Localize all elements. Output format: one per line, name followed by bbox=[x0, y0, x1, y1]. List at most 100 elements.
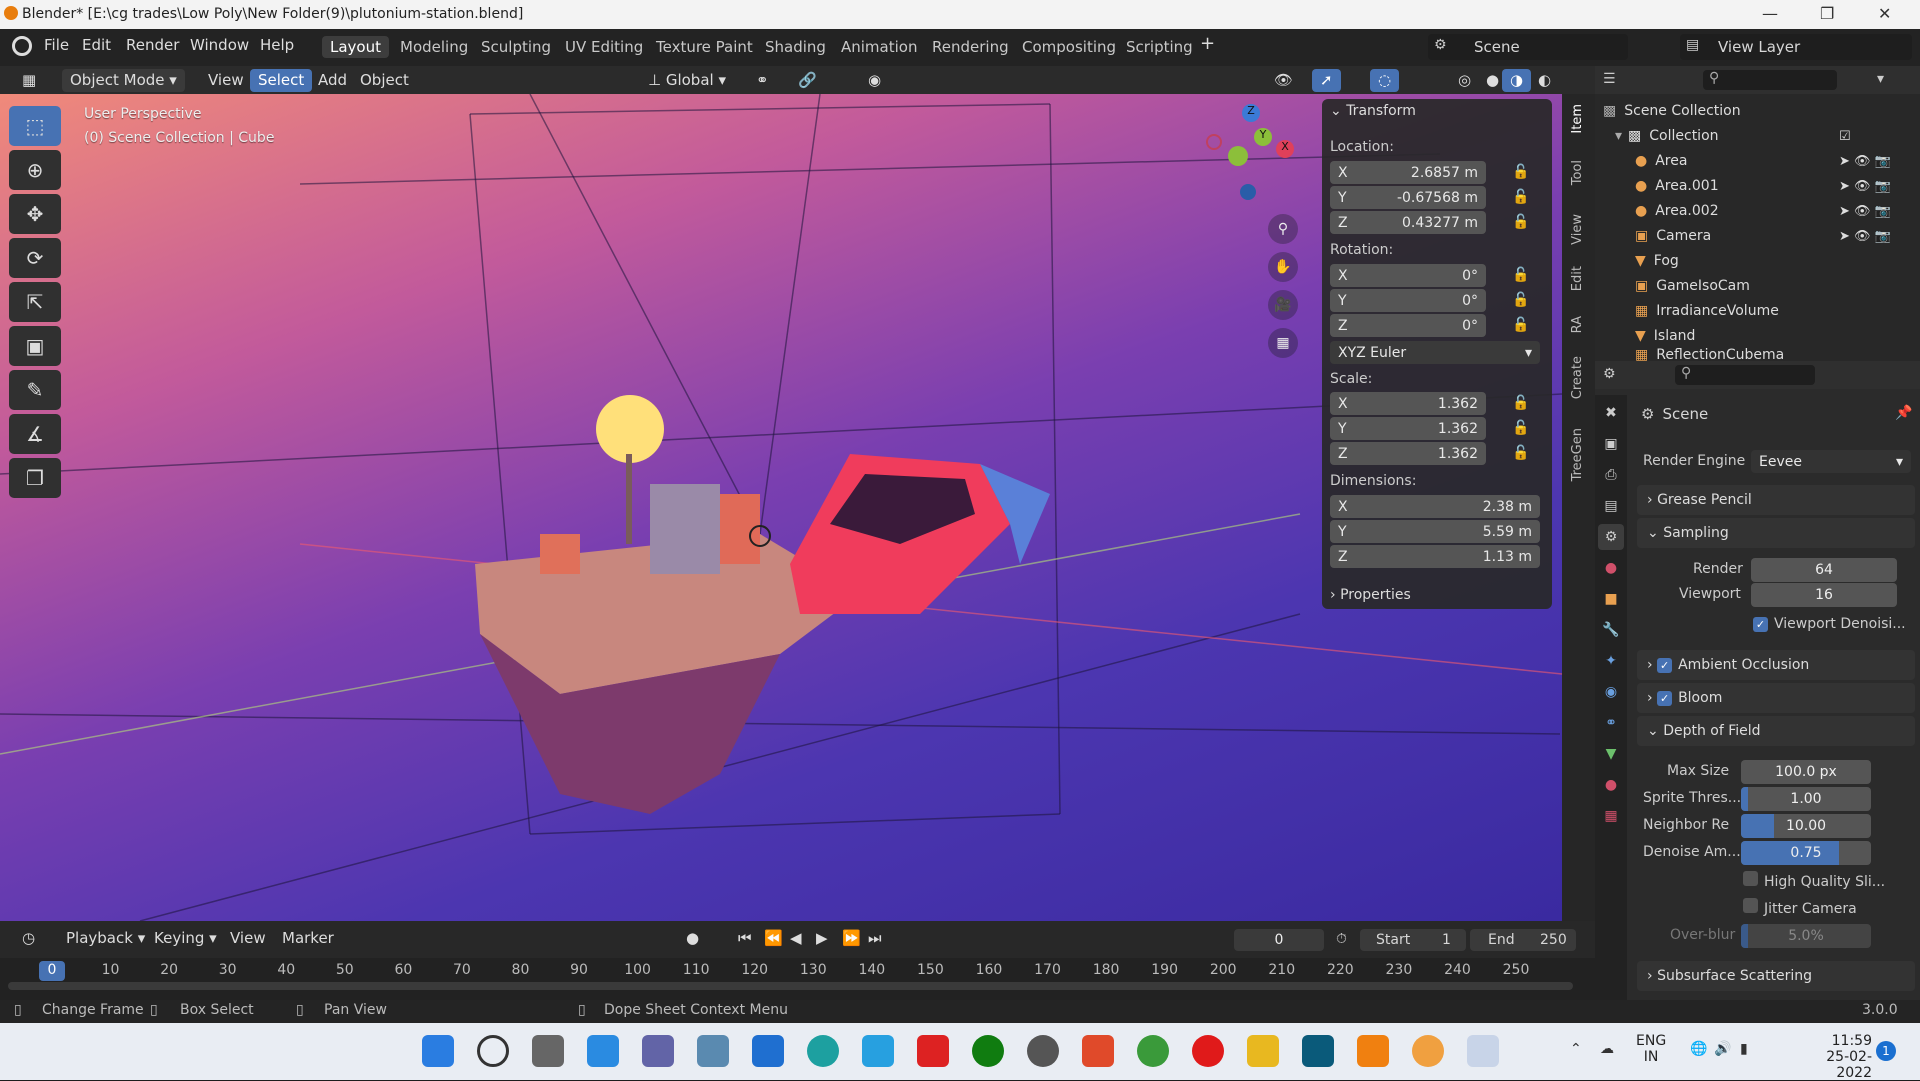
menu-window[interactable]: Window bbox=[190, 36, 249, 54]
start-frame-field[interactable]: Start 1 bbox=[1360, 929, 1466, 951]
object-tab-icon[interactable]: ■ bbox=[1598, 586, 1624, 612]
workspace-tab-scripting[interactable]: Scripting bbox=[1118, 36, 1201, 58]
lock-icon[interactable]: 🔓 bbox=[1512, 292, 1529, 308]
current-frame-field[interactable]: 0 bbox=[1234, 929, 1324, 951]
denoise-amount-slider[interactable]: 0.75 bbox=[1741, 841, 1871, 865]
gizmo-neg-y-icon[interactable] bbox=[1228, 146, 1248, 166]
constraints-tab-icon[interactable]: ⚭ bbox=[1598, 710, 1624, 736]
widgets-icon[interactable] bbox=[587, 1035, 619, 1067]
onedrive-icon[interactable]: ☁ bbox=[1600, 1041, 1614, 1057]
office-icon[interactable] bbox=[1082, 1035, 1114, 1067]
rotation-y-field[interactable]: Y 0° bbox=[1330, 289, 1486, 312]
outliner-scene-collection[interactable]: ▩ Scene Collection bbox=[1603, 98, 1913, 123]
lock-icon[interactable]: 🔓 bbox=[1512, 267, 1529, 283]
workspace-tab-texture-paint[interactable]: Texture Paint bbox=[648, 36, 761, 58]
gizmo-toggle-icon[interactable]: ➚ bbox=[1312, 69, 1341, 92]
gizmo-y-icon[interactable]: Y bbox=[1254, 128, 1272, 146]
dimensions-x-field[interactable]: X 2.38 m bbox=[1330, 495, 1540, 518]
search-icon[interactable] bbox=[477, 1035, 509, 1067]
play-reverse-icon[interactable]: ◀ bbox=[782, 927, 810, 950]
menu-help[interactable]: Help bbox=[260, 36, 294, 54]
material-tab-icon[interactable]: ● bbox=[1598, 772, 1624, 798]
sampling-panel[interactable]: ⌄ Sampling bbox=[1637, 518, 1915, 548]
filter-icon[interactable]: ▾ bbox=[1877, 71, 1884, 87]
lock-icon[interactable]: 🔓 bbox=[1512, 317, 1529, 333]
workspace-tab-modeling[interactable]: Modeling bbox=[392, 36, 476, 58]
particles-tab-icon[interactable]: ✦ bbox=[1598, 648, 1624, 674]
lock-icon[interactable]: 🔓 bbox=[1512, 189, 1529, 205]
render-engine-dropdown[interactable]: Eevee ▾ bbox=[1751, 450, 1911, 473]
lock-icon[interactable]: 🔓 bbox=[1512, 395, 1529, 411]
timeline-marker-menu[interactable]: Marker bbox=[274, 927, 342, 950]
render-tab-icon[interactable]: ▣ bbox=[1598, 431, 1624, 457]
depth-of-field-panel[interactable]: ⌄ Depth of Field bbox=[1637, 716, 1915, 746]
timeline-keying-menu[interactable]: Keying ▾ bbox=[146, 927, 225, 950]
zoom-icon[interactable]: ⚲ bbox=[1268, 214, 1298, 244]
blender-window-icon[interactable] bbox=[1467, 1035, 1499, 1067]
rotation-x-field[interactable]: X 0° bbox=[1330, 264, 1486, 287]
viewport-denoise-checkbox[interactable]: ✓ Viewport Denoisi... bbox=[1753, 616, 1906, 632]
outliner-search-input[interactable]: ⚲ bbox=[1703, 70, 1837, 90]
timeline-ruler[interactable]: 0 10 20 30 40 50 60 70 80 90 100 110 120 130 140 150 160… bbox=[0, 958, 1595, 1000]
texture-tab-icon[interactable]: ▦ bbox=[1598, 803, 1624, 829]
camera-view-icon[interactable]: 🎥 bbox=[1268, 290, 1298, 320]
tab-edit[interactable]: Edit bbox=[1570, 266, 1585, 291]
outliner-visibility-icons[interactable]: ☑ ➤ 👁 📷 ➤ 👁 📷 ➤ 👁 📷 ➤ 👁 📷 bbox=[1839, 124, 1891, 249]
outliner-item[interactable]: ▦ IrradianceVolume bbox=[1603, 298, 1913, 323]
view-layer-selector[interactable]: ▤ View Layer bbox=[1680, 34, 1912, 60]
file-explorer-icon[interactable] bbox=[1247, 1035, 1279, 1067]
outliner-item[interactable]: ▼ Island bbox=[1603, 323, 1913, 348]
outliner-item[interactable]: ▼ Fog bbox=[1603, 248, 1913, 273]
workspace-tab-animation[interactable]: Animation bbox=[833, 36, 925, 58]
transform-header[interactable]: ⌄ Transform bbox=[1330, 103, 1416, 119]
vlc-icon[interactable] bbox=[1357, 1035, 1389, 1067]
annotate-tool-icon[interactable]: ✎ bbox=[9, 370, 61, 410]
rotation-mode-dropdown[interactable]: XYZ Euler ▾ bbox=[1330, 341, 1540, 364]
data-tab-icon[interactable]: ▼ bbox=[1598, 741, 1624, 767]
mode-dropdown[interactable]: Object Mode ▾ bbox=[62, 69, 185, 92]
dimensions-y-field[interactable]: Y 5.59 m bbox=[1330, 520, 1540, 543]
cursor-tool-icon[interactable]: ⊕ bbox=[9, 150, 61, 190]
outliner-item[interactable]: ▦ ReflectionCubema bbox=[1603, 348, 1913, 362]
pivot-icon[interactable]: ⚭ bbox=[748, 69, 777, 92]
location-x-field[interactable]: X 2.6857 m bbox=[1330, 161, 1486, 184]
menu-edit[interactable]: Edit bbox=[82, 36, 111, 54]
teams-chat-icon[interactable] bbox=[642, 1035, 674, 1067]
max-size-field[interactable]: 100.0 px bbox=[1741, 760, 1871, 784]
proportional-edit-icon[interactable]: ◉ bbox=[860, 69, 889, 92]
workspace-tab-compositing[interactable]: Compositing bbox=[1014, 36, 1124, 58]
end-frame-field[interactable]: End 250 bbox=[1470, 929, 1576, 951]
blender-app-icon[interactable] bbox=[1412, 1035, 1444, 1067]
menu-object[interactable]: Object bbox=[352, 69, 417, 92]
menu-select[interactable]: Select bbox=[250, 69, 313, 92]
shading-wireframe-icon[interactable]: ◎ bbox=[1450, 69, 1479, 92]
add-cube-tool-icon[interactable]: ❐ bbox=[9, 458, 61, 498]
tab-view[interactable]: View bbox=[1570, 214, 1585, 245]
notification-badge[interactable]: 1 bbox=[1876, 1041, 1896, 1061]
settings-icon[interactable] bbox=[1027, 1035, 1059, 1067]
tab-ra[interactable]: RA bbox=[1570, 316, 1585, 333]
tab-create[interactable]: Create bbox=[1570, 356, 1585, 399]
network-icon[interactable]: 🌐 bbox=[1690, 1041, 1707, 1057]
gizmo-neg-x-icon[interactable] bbox=[1206, 134, 1222, 150]
workspace-tab-shading[interactable]: Shading bbox=[757, 36, 834, 58]
jitter-camera-checkbox[interactable]: Jitter Camera bbox=[1743, 898, 1857, 917]
scale-z-field[interactable]: Z 1.362 bbox=[1330, 442, 1486, 465]
outliner-item[interactable]: ▣ GameIsoCam bbox=[1603, 273, 1913, 298]
gizmo-neg-z-icon[interactable] bbox=[1240, 184, 1256, 200]
tool-tab-icon[interactable]: ✖ bbox=[1598, 400, 1624, 426]
gizmo-z-icon[interactable]: Z bbox=[1242, 104, 1260, 122]
move-tool-icon[interactable]: ✥ bbox=[9, 194, 61, 234]
timeline-scrollbar[interactable] bbox=[8, 982, 1573, 990]
mail-icon[interactable] bbox=[752, 1035, 784, 1067]
world-tab-icon[interactable]: ● bbox=[1598, 555, 1624, 581]
measure-tool-icon[interactable]: ∡ bbox=[9, 414, 61, 454]
tray-overflow-icon[interactable]: ⌃ bbox=[1570, 1041, 1582, 1057]
timeline-playback-menu[interactable]: Playback ▾ bbox=[58, 927, 153, 950]
start-menu-icon[interactable] bbox=[422, 1035, 454, 1067]
lock-icon[interactable]: 🔓 bbox=[1512, 164, 1529, 180]
shading-material-icon[interactable]: ◑ bbox=[1502, 69, 1532, 92]
modifier-tab-icon[interactable]: 🔧 bbox=[1598, 617, 1624, 643]
bloom-panel[interactable]: › ✓ Bloom bbox=[1637, 683, 1915, 713]
gizmo-x-icon[interactable]: X bbox=[1276, 140, 1294, 158]
